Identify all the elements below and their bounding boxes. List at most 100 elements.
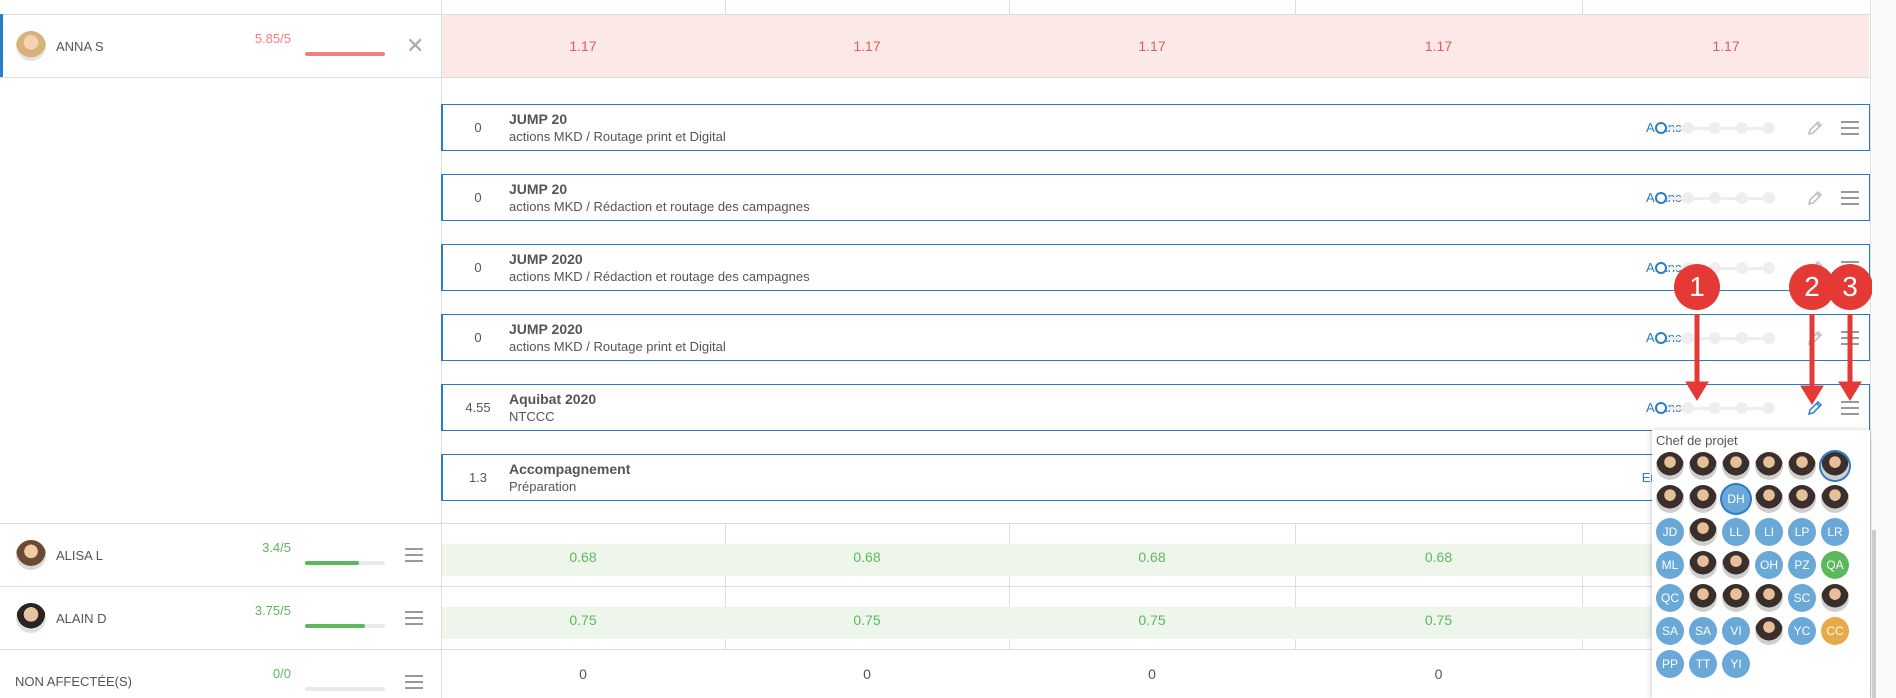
user-avatar-chip[interactable] [1755, 485, 1783, 513]
task-load: 1.3 [468, 470, 488, 485]
grid-cell[interactable]: 0.75 [725, 607, 1009, 633]
user-avatar-chip[interactable] [1821, 452, 1849, 480]
avatar [16, 31, 46, 61]
close-icon[interactable]: ✕ [406, 33, 424, 59]
task-subtitle: actions MKD / Rédaction et routage des c… [509, 199, 810, 214]
grid-cell[interactable]: 0.68 [725, 544, 1009, 570]
grid-cell[interactable]: 1.17 [1295, 15, 1582, 77]
person-score: 3.75/5 [254, 603, 291, 618]
grid-line [0, 77, 1870, 78]
grid-cell[interactable]: 0.68 [1295, 544, 1582, 570]
user-initials-chip[interactable]: LI [1755, 518, 1783, 546]
user-initials-chip[interactable]: SA [1656, 617, 1684, 645]
user-avatar-chip[interactable] [1656, 452, 1684, 480]
user-avatar-chip[interactable] [1755, 617, 1783, 645]
score-bar [305, 561, 385, 565]
user-avatar-chip[interactable] [1788, 485, 1816, 513]
score-bar [305, 687, 385, 691]
progress-steps[interactable] [1655, 191, 1777, 205]
user-avatar-chip[interactable] [1656, 485, 1684, 513]
grid-cell[interactable]: 0.75 [1009, 607, 1295, 633]
task-title: JUMP 2020 [509, 321, 583, 337]
progress-steps[interactable] [1655, 121, 1777, 135]
grid-cell[interactable]: 0 [441, 650, 725, 698]
user-avatar-chip[interactable] [1689, 452, 1717, 480]
grid-cell[interactable]: 0.68 [1009, 544, 1295, 570]
task-row[interactable]: 4.55 Aquibat 2020 NTCCC A lancer [441, 384, 1870, 431]
task-load: 0 [474, 330, 482, 345]
grid-cell[interactable]: 1.17 [1009, 15, 1295, 77]
user-initials-chip[interactable]: JD [1656, 518, 1684, 546]
user-avatar-chip[interactable] [1755, 452, 1783, 480]
user-avatar-chip[interactable] [1821, 485, 1849, 513]
grid-cell[interactable]: 0 [725, 650, 1009, 698]
task-load: 4.55 [465, 400, 491, 415]
user-initials-chip[interactable]: LL [1722, 518, 1750, 546]
person-name: ALAIN D [56, 610, 107, 626]
user-avatar-chip[interactable] [1722, 452, 1750, 480]
user-initials-chip[interactable]: ML [1656, 551, 1684, 579]
user-initials-chip[interactable]: TT [1689, 650, 1717, 678]
user-avatar-chip[interactable] [1821, 584, 1849, 612]
grid-cell[interactable]: 0.75 [441, 607, 725, 633]
user-initials-chip[interactable]: QC [1656, 584, 1684, 612]
grid-cell[interactable]: 1.17 [1582, 15, 1870, 77]
grid-cell[interactable]: 0.75 [1295, 607, 1582, 633]
menu-icon[interactable] [405, 548, 423, 562]
grid-cell[interactable]: 0 [1295, 650, 1582, 698]
task-title: JUMP 2020 [509, 251, 583, 267]
user-initials-chip[interactable]: SC [1788, 584, 1816, 612]
user-avatar-chip[interactable] [1689, 485, 1717, 513]
person-score: 0/0 [272, 666, 291, 681]
person-row-alain[interactable]: ALAIN D 3.75/5 [0, 587, 441, 649]
task-title: JUMP 20 [509, 111, 568, 127]
task-title: Accompagnement [509, 461, 631, 477]
grid-cell[interactable]: 0 [1009, 650, 1295, 698]
grid-cell[interactable]: 0.68 [441, 544, 725, 570]
scrollbar-thumb[interactable] [1872, 530, 1876, 698]
user-initials-chip[interactable]: DH [1722, 485, 1750, 513]
user-initials-chip[interactable]: YI [1722, 650, 1750, 678]
user-avatar-chip[interactable] [1755, 584, 1783, 612]
user-avatar-chip[interactable] [1788, 452, 1816, 480]
user-initials-chip[interactable]: LR [1821, 518, 1849, 546]
user-initials-chip[interactable]: OH [1755, 551, 1783, 579]
user-avatar-chip[interactable] [1722, 551, 1750, 579]
avatar [16, 603, 46, 633]
user-initials-chip[interactable]: QA [1821, 551, 1849, 579]
menu-icon[interactable] [405, 611, 423, 625]
person-row-anna[interactable]: ANNA S 5.85/5 ✕ [0, 15, 441, 77]
user-avatar-chip[interactable] [1689, 551, 1717, 579]
annotation-marker-3: 3 [1827, 264, 1873, 310]
person-row-alisa[interactable]: ALISA L 3.4/5 [0, 524, 441, 586]
menu-icon[interactable] [1841, 191, 1859, 205]
task-row[interactable]: 0 JUMP 20 actions MKD / Rédaction et rou… [441, 174, 1870, 221]
task-load: 0 [474, 190, 482, 205]
user-initials-chip[interactable]: PP [1656, 650, 1684, 678]
task-row[interactable]: 0 JUMP 20 actions MKD / Routage print et… [441, 104, 1870, 151]
task-row[interactable]: 0 JUMP 2020 actions MKD / Rédaction et r… [441, 244, 1870, 291]
annotation-arrows [1685, 314, 1862, 405]
user-initials-chip[interactable]: SA [1689, 617, 1717, 645]
user-avatar-chip[interactable] [1722, 584, 1750, 612]
edit-pencil-icon[interactable] [1806, 189, 1824, 207]
person-score: 3.4/5 [262, 540, 291, 555]
user-initials-chip[interactable]: YC [1788, 617, 1816, 645]
menu-icon[interactable] [405, 675, 423, 689]
progress-steps[interactable] [1655, 261, 1777, 275]
user-initials-chip[interactable]: PZ [1788, 551, 1816, 579]
project-lead-popup: Chef de projet DH JD LL LI LP LR ML OH PZ QA QC SC S… [1652, 430, 1870, 698]
user-initials-chip[interactable]: VI [1722, 617, 1750, 645]
edit-pencil-icon[interactable] [1806, 119, 1824, 137]
user-avatar-chip[interactable] [1689, 584, 1717, 612]
task-row[interactable]: 0 JUMP 2020 actions MKD / Routage print … [441, 314, 1870, 361]
menu-icon[interactable] [1841, 121, 1859, 135]
user-initials-chip[interactable]: CC [1821, 617, 1849, 645]
grid-cell[interactable]: 1.17 [441, 15, 725, 77]
user-initials-chip[interactable]: LP [1788, 518, 1816, 546]
task-load: 0 [474, 260, 482, 275]
task-subtitle: actions MKD / Rédaction et routage des c… [509, 269, 810, 284]
person-row-unassigned[interactable]: NON AFFECTÉE(S) 0/0 [0, 650, 441, 698]
grid-cell[interactable]: 1.17 [725, 15, 1009, 77]
user-avatar-chip[interactable] [1689, 518, 1717, 546]
